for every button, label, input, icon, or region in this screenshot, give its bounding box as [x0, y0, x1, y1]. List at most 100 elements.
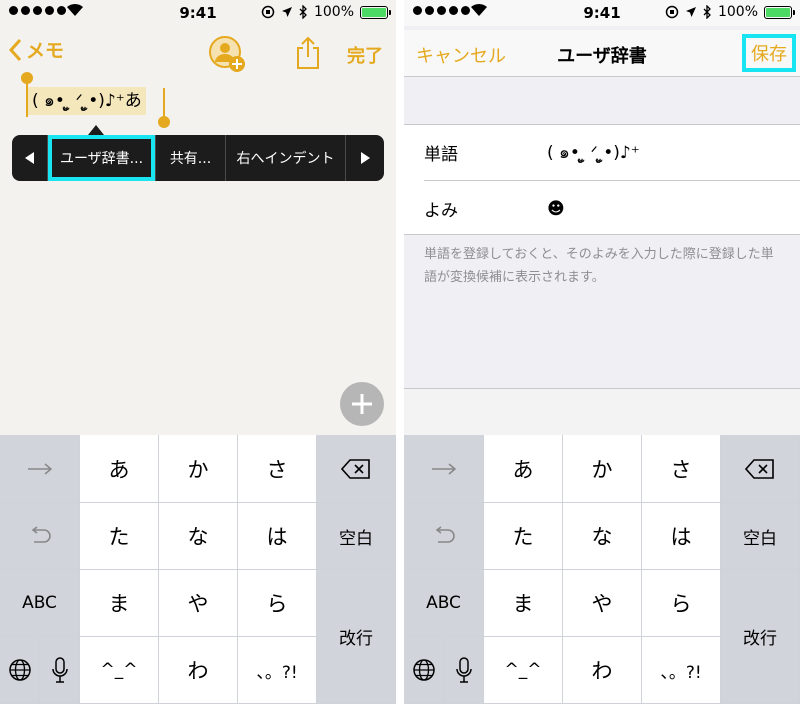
battery-percent: 100% [313, 4, 354, 20]
menu-item-indent-right[interactable]: 右へインデント [226, 135, 346, 181]
status-bar: 9:41 100% [404, 0, 800, 26]
mic-icon [455, 657, 472, 683]
nav-divider [404, 76, 800, 77]
menu-item-share[interactable]: 共有... [156, 135, 226, 181]
back-label: メモ [26, 40, 65, 62]
battery-icon [764, 5, 795, 19]
key-ta[interactable]: た [80, 503, 159, 570]
reading-row: よみ ☻ [404, 181, 800, 236]
key-na[interactable]: な [159, 503, 238, 570]
done-button[interactable]: 完了 [347, 42, 383, 68]
context-menu-pointer [88, 125, 104, 135]
key-ya[interactable]: や [563, 570, 642, 637]
reading-label: よみ [424, 201, 458, 221]
key-globe[interactable] [404, 637, 444, 704]
key-abc[interactable]: ABC [0, 570, 80, 637]
selection-end-handle[interactable] [158, 88, 170, 128]
menu-prev-button[interactable] [12, 135, 48, 181]
globe-icon [8, 659, 31, 681]
key-abc[interactable]: ABC [404, 570, 484, 637]
selected-text[interactable]: ( ๑• ູ̫ ᐟ ູ̫•)♪⁺あ [28, 87, 146, 115]
key-ta[interactable]: た [484, 503, 563, 570]
key-ka[interactable]: か [563, 435, 642, 503]
status-bar: 9:41 100% [0, 0, 396, 26]
battery-icon [360, 5, 391, 19]
orientation-lock-icon [261, 5, 275, 19]
word-label: 単語 [424, 145, 458, 165]
undo-icon [31, 526, 51, 543]
save-button[interactable]: 保存 [742, 34, 796, 72]
help-text: 単語を登録しておくと、そのよみを入力した際に登録した単語が変換候補に表示されます… [424, 247, 774, 285]
keyboard-spacer [404, 388, 800, 435]
chevron-left-icon [8, 38, 22, 61]
key-ka[interactable]: か [159, 435, 238, 503]
key-a[interactable]: あ [484, 435, 563, 503]
page-title: ユーザ辞書 [557, 46, 647, 67]
reading-field[interactable]: ☻ [547, 199, 565, 219]
key-ma[interactable]: ま [484, 570, 563, 637]
plus-icon [352, 394, 372, 414]
key-return[interactable]: 改行 [317, 570, 396, 704]
right-arrow-icon [27, 462, 52, 475]
key-space[interactable]: 空白 [721, 503, 800, 570]
dictionary-nav-bar: キャンセル ユーザ辞書 保存 [404, 30, 800, 76]
key-next[interactable] [0, 435, 80, 503]
key-sa[interactable]: さ [642, 435, 721, 503]
delete-icon [745, 458, 774, 479]
notes-nav-bar: メモ 完了 [0, 30, 396, 74]
menu-item-user-dictionary[interactable]: ユーザ辞書... [48, 135, 156, 181]
key-na[interactable]: な [563, 503, 642, 570]
user-dictionary-screen: 9:41 100% キャンセル ユーザ辞書 保存 単語 ( ๑• ູ̫ ᐟ ູ̫… [404, 0, 800, 704]
battery-percent: 100% [717, 4, 758, 20]
word-row: 単語 ( ๑• ູ̫ ᐟ ູ̫•)♪⁺ [404, 125, 800, 180]
location-icon [685, 7, 696, 17]
key-delete[interactable] [317, 435, 396, 503]
bluetooth-icon [299, 5, 307, 19]
notes-screen: 9:41 100% メモ 完了 ( ๑• ູ̫ ᐟ ູ̫•)♪⁺あ ユーザ辞書.… [0, 0, 396, 704]
right-arrow-icon [431, 462, 456, 475]
key-return[interactable]: 改行 [721, 570, 800, 704]
undo-icon [435, 526, 455, 543]
key-punctuation[interactable]: 、。?! [238, 637, 317, 704]
triangle-left-icon [24, 152, 34, 164]
key-undo[interactable] [0, 503, 80, 570]
key-a[interactable]: あ [80, 435, 159, 503]
key-ha[interactable]: は [642, 503, 721, 570]
status-right: 100% [665, 4, 795, 20]
bluetooth-icon [703, 5, 711, 19]
menu-next-button[interactable] [346, 135, 384, 181]
new-note-button[interactable] [340, 382, 384, 426]
word-field[interactable]: ( ๑• ູ̫ ᐟ ູ̫•)♪⁺ [547, 139, 640, 166]
screen-divider [396, 0, 404, 704]
dictionary-form: 単語 ( ๑• ູ̫ ᐟ ູ̫•)♪⁺ よみ ☻ [404, 124, 800, 235]
key-punctuation[interactable]: 、。?! [642, 637, 721, 704]
key-wa[interactable]: わ [563, 637, 642, 704]
key-emoticon[interactable]: ^_^ [484, 637, 563, 704]
share-icon[interactable] [295, 36, 321, 70]
key-emoticon[interactable]: ^_^ [80, 637, 159, 704]
delete-icon [341, 458, 370, 479]
key-globe[interactable] [0, 637, 40, 704]
status-right: 100% [261, 4, 391, 20]
key-wa[interactable]: わ [159, 637, 238, 704]
key-sa[interactable]: さ [238, 435, 317, 503]
key-mic[interactable] [40, 637, 80, 704]
globe-icon [412, 659, 435, 681]
triangle-right-icon [361, 152, 370, 164]
orientation-lock-icon [665, 5, 679, 19]
key-next[interactable] [404, 435, 484, 503]
add-person-icon[interactable] [207, 34, 247, 74]
key-ha[interactable]: は [238, 503, 317, 570]
key-ra[interactable]: ら [238, 570, 317, 637]
key-space[interactable]: 空白 [317, 503, 396, 570]
back-button[interactable]: メモ [8, 36, 64, 63]
key-ya[interactable]: や [159, 570, 238, 637]
key-undo[interactable] [404, 503, 484, 570]
key-mic[interactable] [444, 637, 484, 704]
key-ma[interactable]: ま [80, 570, 159, 637]
keyboard: あ か さ た な は 空白 ABC ま や ら 改行 ^_^ わ 、。?! [0, 435, 396, 704]
keyboard: あ か さ た な は 空白 ABC ま や ら 改行 ^_^ わ 、。?! [404, 435, 800, 704]
key-delete[interactable] [721, 435, 800, 503]
location-icon [281, 7, 292, 17]
key-ra[interactable]: ら [642, 570, 721, 637]
